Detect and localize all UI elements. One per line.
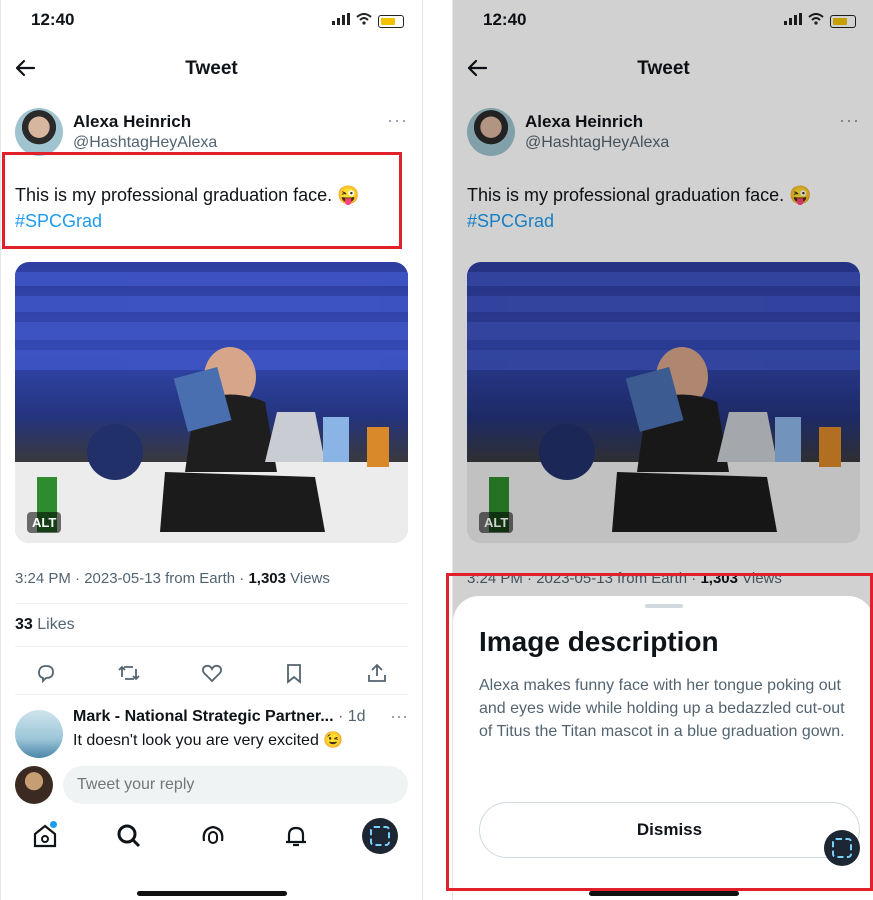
likes-label: Likes — [32, 616, 75, 633]
profile-avatar[interactable] — [362, 818, 398, 854]
bottom-tab-bar — [27, 818, 398, 854]
tweet-meta: 3:24 PM · 2023-05-13 from Earth · 1,303 … — [15, 570, 330, 587]
notifications-icon[interactable] — [278, 818, 314, 854]
likes-summary[interactable]: 33 Likes — [15, 616, 75, 634]
page-title: Tweet — [185, 58, 238, 79]
like-icon[interactable] — [197, 658, 227, 688]
tweet-screen: 12:40 Tweet Alexa Heinrich @HashtagHeyAl… — [0, 0, 423, 900]
home-icon[interactable] — [27, 818, 63, 854]
tweet-author: Alexa Heinrich @HashtagHeyAlexa ··· — [15, 104, 408, 156]
photo-illustration — [15, 272, 408, 543]
spaces-icon[interactable] — [195, 818, 231, 854]
home-notification-dot — [50, 821, 57, 828]
status-time: 12:40 — [31, 10, 75, 29]
home-indicator — [136, 891, 287, 896]
meta-time: 3:24 PM · 2023-05-13 from Earth · — [15, 570, 249, 587]
reply-input[interactable] — [63, 766, 408, 804]
reply-author: Mark - National Strategic Partner... · 1… — [73, 708, 366, 726]
tweet-photo[interactable]: ALT — [15, 262, 408, 543]
wifi-icon — [356, 12, 372, 30]
signal-icon — [332, 12, 350, 30]
author-handle[interactable]: @HashtagHeyAlexa — [73, 134, 217, 152]
tweet-actions — [31, 658, 392, 688]
search-icon[interactable] — [111, 818, 147, 854]
battery-icon — [378, 14, 404, 28]
reply-avatar[interactable] — [15, 710, 63, 758]
home-indicator — [588, 891, 739, 896]
reply-composer — [15, 762, 408, 806]
reply-time: · 1d — [333, 708, 366, 725]
status-icons — [332, 12, 404, 30]
views-label: Views — [285, 570, 330, 587]
author-name[interactable]: Alexa Heinrich — [73, 112, 191, 132]
divider — [15, 694, 408, 695]
highlight-box-tweet-text — [2, 152, 402, 249]
retweet-icon[interactable] — [114, 658, 144, 688]
highlight-box-image-description — [446, 573, 873, 891]
more-options-icon[interactable]: ··· — [387, 110, 408, 131]
divider — [15, 603, 408, 604]
likes-count: 33 — [15, 616, 33, 633]
divider — [15, 646, 408, 647]
profile-avatar-pattern — [370, 826, 390, 846]
bookmark-icon[interactable] — [279, 658, 309, 688]
author-avatar[interactable] — [15, 108, 63, 156]
reply-item[interactable]: Mark - National Strategic Partner... · 1… — [15, 704, 408, 760]
views-count: 1,303 — [248, 570, 286, 587]
user-avatar — [15, 766, 53, 804]
reply-text: It doesn't look you are very excited 😉 — [73, 732, 344, 749]
share-icon[interactable] — [362, 658, 392, 688]
reply-more-icon[interactable]: ··· — [390, 706, 408, 727]
alt-badge[interactable]: ALT — [27, 512, 62, 533]
reply-icon[interactable] — [31, 658, 61, 688]
reply-author-name: Mark - National Strategic Partner... — [73, 708, 334, 725]
